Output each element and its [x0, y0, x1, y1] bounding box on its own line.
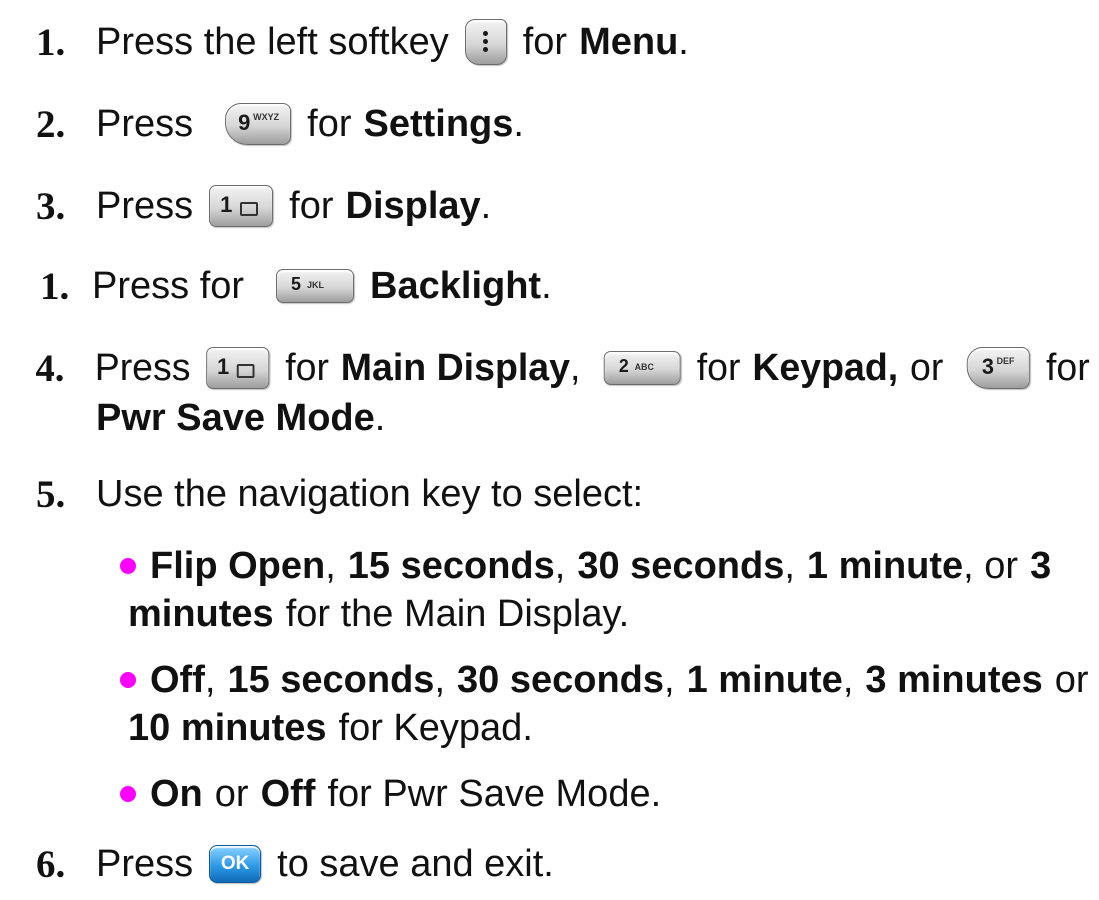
for-text: for: [289, 184, 334, 227]
separator: ,: [784, 544, 795, 587]
key-5-jkl-icon: 5 JKL: [276, 269, 355, 303]
main-display-label: Main Display: [340, 346, 570, 389]
step-number: 1.: [36, 20, 66, 64]
for-text: for: [307, 102, 352, 145]
period: .: [541, 264, 552, 307]
step-4-continued: Pwr Save Mode.: [0, 388, 385, 448]
press-text: Press: [96, 842, 194, 885]
ok-key-label: OK: [220, 853, 250, 874]
step-text: Press the left softkey: [96, 20, 449, 63]
key-digit: 9: [238, 110, 251, 135]
key-digit: 2: [618, 356, 629, 376]
key-2-abc-icon: 2 ABC: [604, 351, 681, 385]
separator: ,: [664, 658, 675, 701]
key-letters: WXYZ: [253, 112, 280, 122]
press-for-text: Press for: [92, 264, 245, 307]
left-softkey-icon: [464, 19, 507, 65]
option-10-minutes: 10 minutes: [128, 706, 327, 749]
envelope-icon: [236, 364, 255, 378]
period: .: [513, 102, 524, 145]
step-3: 3. Press 1 for Display.: [0, 176, 491, 236]
for-text: for: [1045, 346, 1090, 389]
separator: ,: [842, 658, 854, 701]
bullet-icon: [120, 786, 136, 802]
separator: , or: [963, 544, 1019, 587]
key-1-icon: 1: [209, 185, 274, 227]
press-text: Press: [96, 184, 194, 227]
key-9-wxyz-icon: 9 WXYZ: [225, 103, 292, 145]
option-flip-open: Flip Open: [150, 544, 326, 587]
option-1-minute: 1 minute: [686, 658, 843, 701]
option-minutes: minutes: [128, 592, 274, 635]
key-letters: DEF: [996, 356, 1015, 366]
bullet-tail: for the Main Display.: [285, 592, 630, 635]
step-2: 2. Press 9 WXYZ for Settings.: [0, 94, 524, 154]
key-digit: 5: [291, 274, 302, 294]
step-number: 1.: [40, 264, 70, 308]
period: .: [374, 396, 386, 439]
key-letters: JKL: [307, 280, 325, 290]
bullet-icon: [120, 672, 136, 688]
pwr-save-mode-label: Pwr Save Mode: [96, 396, 375, 439]
option-15-seconds: 15 seconds: [347, 544, 555, 587]
bullet-icon: [120, 558, 136, 574]
or-text: or: [1054, 658, 1089, 701]
step-number: 5.: [36, 472, 66, 516]
step-text: Use the navigation key to select:: [96, 472, 644, 515]
option-3-minutes: 3 minutes: [865, 658, 1043, 701]
backlight-label: Backlight: [370, 264, 542, 307]
bullet-tail: for Keypad.: [338, 706, 533, 749]
step-backlight: 1. Press for 5 JKL Backlight.: [0, 256, 552, 316]
or-text: or: [910, 346, 944, 389]
key-letters: ABC: [634, 362, 654, 372]
key-digit: 3: [981, 354, 994, 379]
separator: ,: [554, 544, 566, 587]
for-text: for: [285, 346, 329, 389]
bullet-tail: for Pwr Save Mode.: [327, 772, 662, 815]
press-text: Press: [94, 346, 191, 389]
step-number: 4.: [35, 346, 65, 390]
bullet-item: On or Off for Pwr Save Mode.: [0, 764, 661, 824]
menu-label: Menu: [579, 20, 679, 63]
ok-key-icon: OK: [209, 845, 262, 883]
separator: ,: [434, 658, 445, 701]
option-30-seconds: 30 seconds: [577, 544, 785, 587]
option-on: On: [150, 772, 203, 815]
option-off: Off: [260, 772, 316, 815]
period: .: [480, 184, 492, 227]
separator: ,: [204, 658, 216, 701]
step-tail: to save and exit.: [277, 842, 554, 885]
key-1-icon: 1: [206, 347, 270, 389]
press-text: Press: [96, 102, 194, 145]
envelope-icon: [240, 202, 259, 216]
period: .: [678, 20, 689, 63]
key-3-def-icon: 3 DEF: [967, 347, 1031, 389]
step-number: 2.: [36, 102, 66, 146]
step-number: 3.: [36, 184, 66, 228]
option-off: Off: [150, 658, 205, 701]
option-1-minute: 1 minute: [806, 544, 964, 587]
step-6: 6. Press OK to save and exit.: [0, 834, 554, 894]
step-number: 6.: [36, 842, 66, 886]
step-1: 1. Press the left softkey for Menu.: [0, 12, 689, 72]
step-5: 5. Use the navigation key to select:: [0, 464, 643, 524]
key-digit: 1: [220, 192, 233, 217]
display-label: Display: [345, 184, 481, 227]
bullet-item-continued: minutes for the Main Display.: [0, 584, 629, 644]
bullet-item-continued: 10 minutes for Keypad.: [0, 698, 533, 758]
settings-label: Settings: [363, 102, 514, 145]
for-text: for: [696, 346, 741, 389]
separator: ,: [325, 544, 336, 587]
for-text: for: [522, 20, 568, 63]
or-text: or: [214, 772, 249, 815]
option-30-seconds: 30 seconds: [457, 658, 664, 701]
comma: ,: [569, 346, 581, 389]
keypad-label: Keypad,: [752, 346, 899, 389]
option-3: 3: [1030, 544, 1052, 587]
key-digit: 1: [217, 354, 230, 379]
option-15-seconds: 15 seconds: [227, 658, 435, 701]
